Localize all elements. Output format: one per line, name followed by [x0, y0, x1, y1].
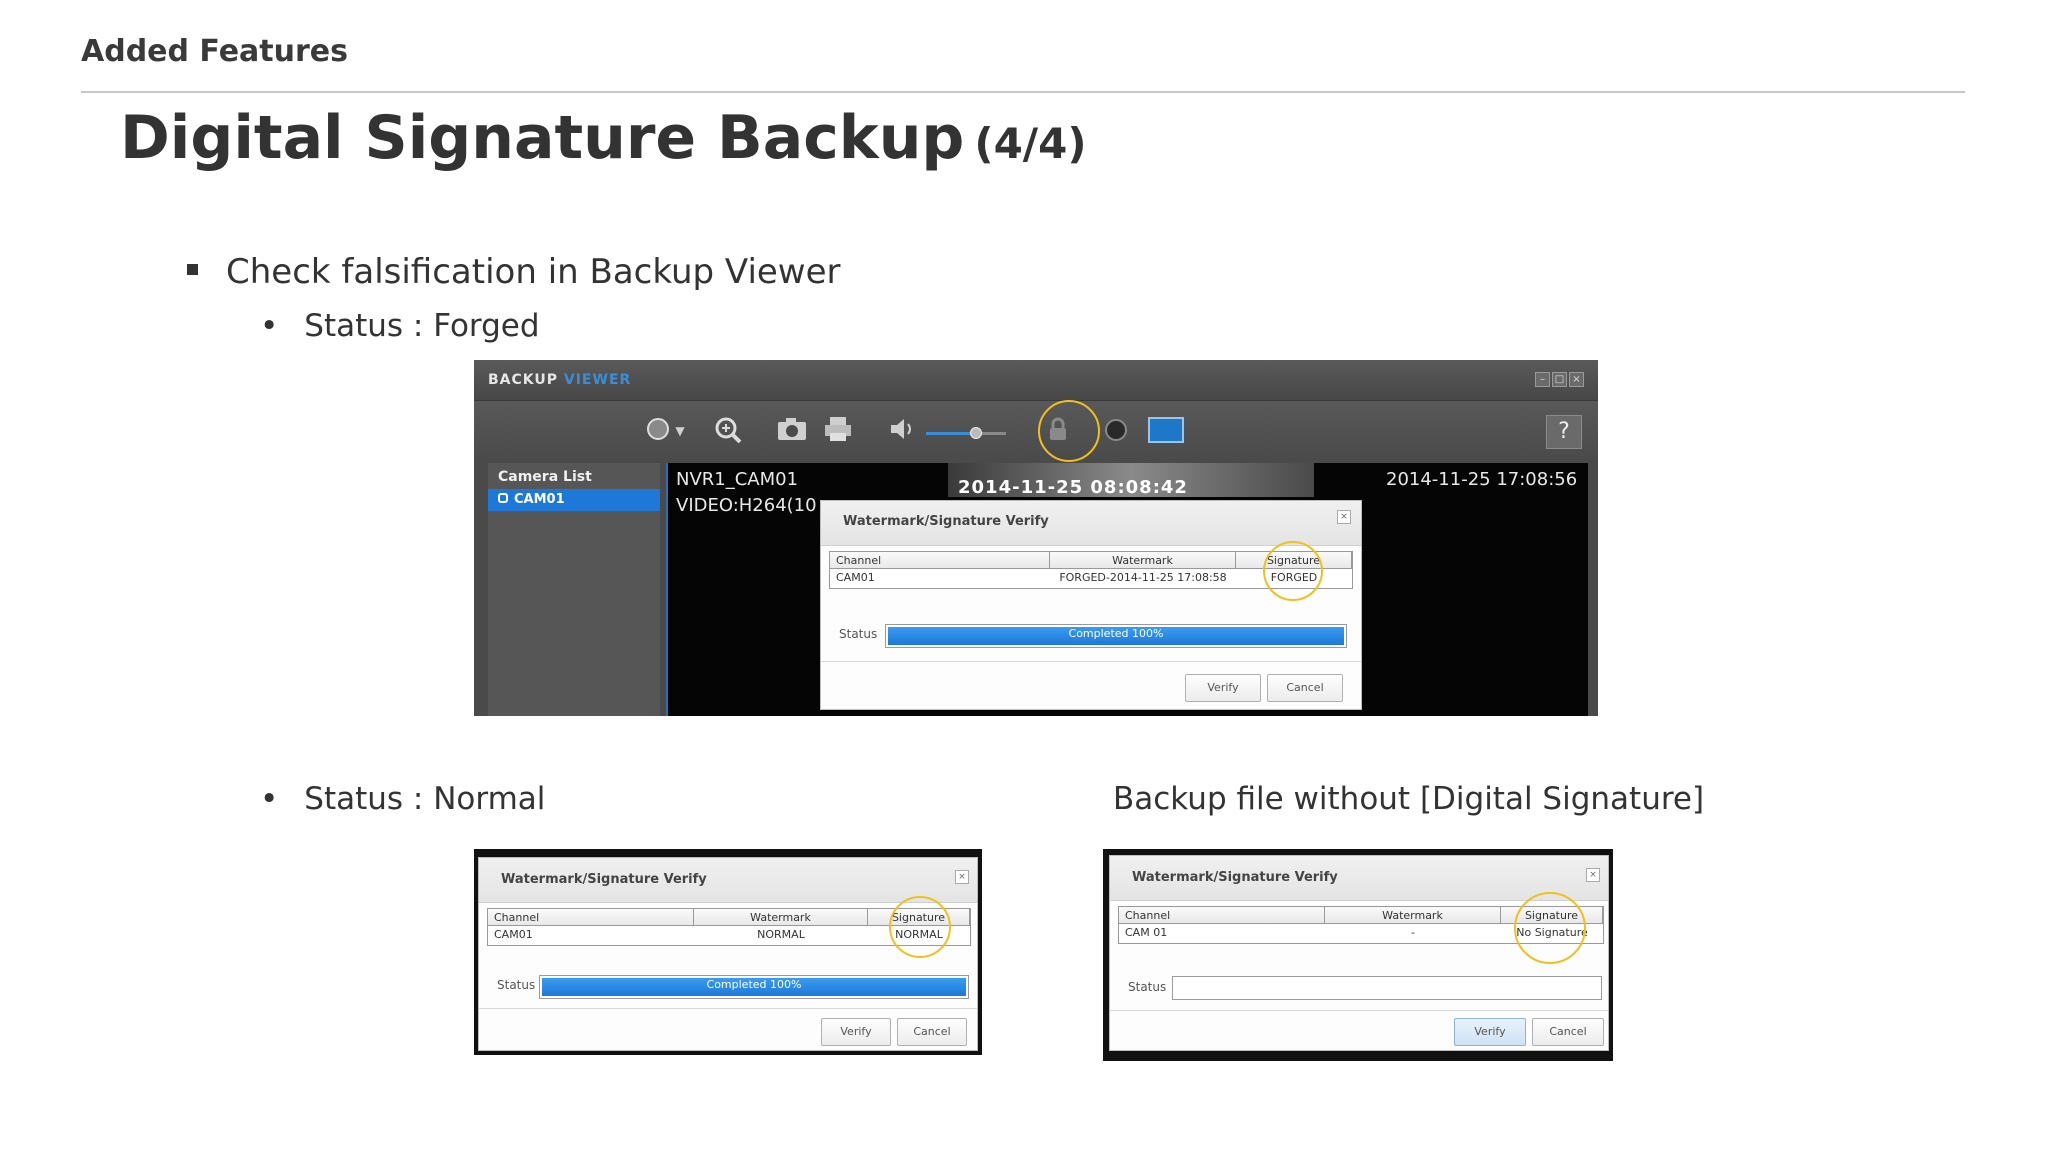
- table-cell: -: [1411, 926, 1415, 939]
- progress-text: Completed 100%: [706, 978, 802, 991]
- monitor-icon[interactable]: [1148, 417, 1184, 443]
- page-number: (4/4): [974, 119, 1087, 168]
- backup-viewer-window: BACKUP VIEWER – □ × ▼ ? Camera List CAM0…: [474, 360, 1598, 716]
- screenshot-normal: Watermark/Signature Verify × Channel Wat…: [474, 849, 982, 1055]
- dot-bullet-icon: •: [260, 781, 279, 817]
- page-title: Digital Signature Backup (4/4): [120, 103, 1087, 173]
- progress-text: Completed 100%: [1068, 627, 1164, 640]
- viewer-title-main: BACKUP: [488, 372, 559, 388]
- dialog-title: Watermark/Signature Verify: [501, 872, 707, 887]
- camera-list-item-label: CAM01: [514, 492, 565, 507]
- dialog-title: Watermark/Signature Verify: [843, 514, 1049, 529]
- highlight-circle: [1514, 892, 1586, 964]
- cancel-button[interactable]: Cancel: [1267, 674, 1343, 702]
- volume-slider-fill: [926, 432, 976, 435]
- viewer-title-accent: VIEWER: [563, 372, 632, 388]
- status-label: Status: [1128, 980, 1167, 994]
- camera-list-panel: Camera List CAM01: [488, 463, 660, 716]
- camera-list-item[interactable]: CAM01: [488, 489, 660, 511]
- close-icon[interactable]: ×: [1337, 510, 1351, 524]
- bullet-normal-text: Status : Normal: [304, 781, 546, 817]
- viewer-title: BACKUP VIEWER: [488, 372, 631, 388]
- dialog-title: Watermark/Signature Verify: [1132, 870, 1338, 885]
- close-icon[interactable]: ×: [1569, 372, 1584, 387]
- verify-dialog-nosig: Watermark/Signature Verify × Channel Wat…: [1109, 855, 1609, 1051]
- column-header: Watermark: [1325, 907, 1501, 924]
- screenshot-no-signature: Watermark/Signature Verify × Channel Wat…: [1103, 849, 1613, 1061]
- nosig-caption: Backup file without [Digital Signature]: [1113, 781, 1705, 817]
- column-header: Watermark: [1050, 552, 1236, 569]
- progress-bar: [1172, 976, 1602, 1000]
- cancel-button[interactable]: Cancel: [1532, 1018, 1604, 1046]
- printer-icon[interactable]: [820, 415, 856, 447]
- camera-list-title: Camera List: [498, 469, 592, 485]
- cancel-button[interactable]: Cancel: [897, 1018, 967, 1046]
- dropdown-arrow-icon[interactable]: ▼: [670, 415, 690, 447]
- status-label: Status: [839, 627, 878, 641]
- progress-bar: Completed 100%: [885, 624, 1347, 648]
- minimize-icon[interactable]: –: [1535, 372, 1550, 387]
- dialog-header: Watermark/Signature Verify ×: [1110, 856, 1608, 901]
- table-cell: NORMAL: [757, 928, 805, 941]
- close-icon[interactable]: ×: [955, 870, 969, 884]
- volume-slider-handle[interactable]: [969, 427, 982, 439]
- help-button[interactable]: ?: [1546, 415, 1582, 449]
- maximize-icon[interactable]: □: [1552, 372, 1567, 387]
- osd-codec: VIDEO:H264(10: [676, 495, 817, 516]
- table-cell: CAM01: [494, 928, 533, 941]
- bullet-main: Check falsification in Backup Viewer: [187, 252, 841, 292]
- zoom-in-icon[interactable]: [710, 415, 746, 447]
- camera-icon[interactable]: [774, 415, 810, 447]
- progress-text: [1173, 977, 1601, 999]
- dialog-divider: [479, 1008, 977, 1009]
- page-title-text: Digital Signature Backup: [120, 103, 965, 173]
- bullet-main-text: Check falsification in Backup Viewer: [226, 252, 841, 292]
- osd-time: 2014-11-25 17:08:56: [1386, 469, 1578, 490]
- close-icon[interactable]: ×: [1586, 868, 1600, 882]
- highlight-circle: [889, 896, 951, 958]
- bullet-forged: • Status : Forged: [260, 308, 540, 344]
- speaker-icon[interactable]: [884, 415, 920, 447]
- square-bullet-icon: [187, 264, 198, 275]
- dialog-divider: [821, 661, 1361, 662]
- dot-bullet-icon: •: [260, 308, 279, 344]
- verify-button[interactable]: Verify: [1185, 674, 1261, 702]
- bullet-forged-text: Status : Forged: [304, 308, 540, 344]
- column-header: Channel: [830, 552, 1050, 569]
- column-header: Channel: [488, 909, 694, 926]
- bullet-normal: • Status : Normal: [260, 781, 545, 817]
- viewer-toolbar: ▼ ?: [474, 400, 1598, 462]
- osd-channel: NVR1_CAM01: [676, 469, 799, 490]
- viewer-titlebar[interactable]: BACKUP VIEWER – □ ×: [474, 360, 1598, 401]
- dialog-header: Watermark/Signature Verify ×: [479, 858, 977, 903]
- verify-button[interactable]: Verify: [1454, 1018, 1526, 1046]
- verify-button[interactable]: Verify: [821, 1018, 891, 1046]
- column-header: Watermark: [694, 909, 868, 926]
- camera-small-icon: [498, 493, 508, 503]
- dialog-header: Watermark/Signature Verify ×: [821, 501, 1361, 546]
- highlight-circle: [1263, 541, 1323, 601]
- status-label: Status: [497, 978, 536, 992]
- header-divider: [81, 91, 1965, 93]
- record-dot-icon[interactable]: [1098, 415, 1134, 447]
- column-header: Channel: [1119, 907, 1325, 924]
- table-cell: CAM01: [836, 571, 875, 584]
- osd-timestamp-burned: 2014-11-25 08:08:42: [958, 477, 1188, 498]
- progress-bar: Completed 100%: [539, 975, 969, 999]
- verify-dialog-normal: Watermark/Signature Verify × Channel Wat…: [478, 857, 978, 1051]
- verify-dialog-forged: Watermark/Signature Verify × Channel Wat…: [820, 500, 1362, 710]
- highlight-circle: [1038, 400, 1100, 462]
- table-cell: CAM 01: [1125, 926, 1168, 939]
- table-cell: FORGED-2014-11-25 17:08:58: [1059, 571, 1227, 584]
- dialog-divider: [1110, 1010, 1608, 1011]
- section-label: Added Features: [81, 34, 348, 69]
